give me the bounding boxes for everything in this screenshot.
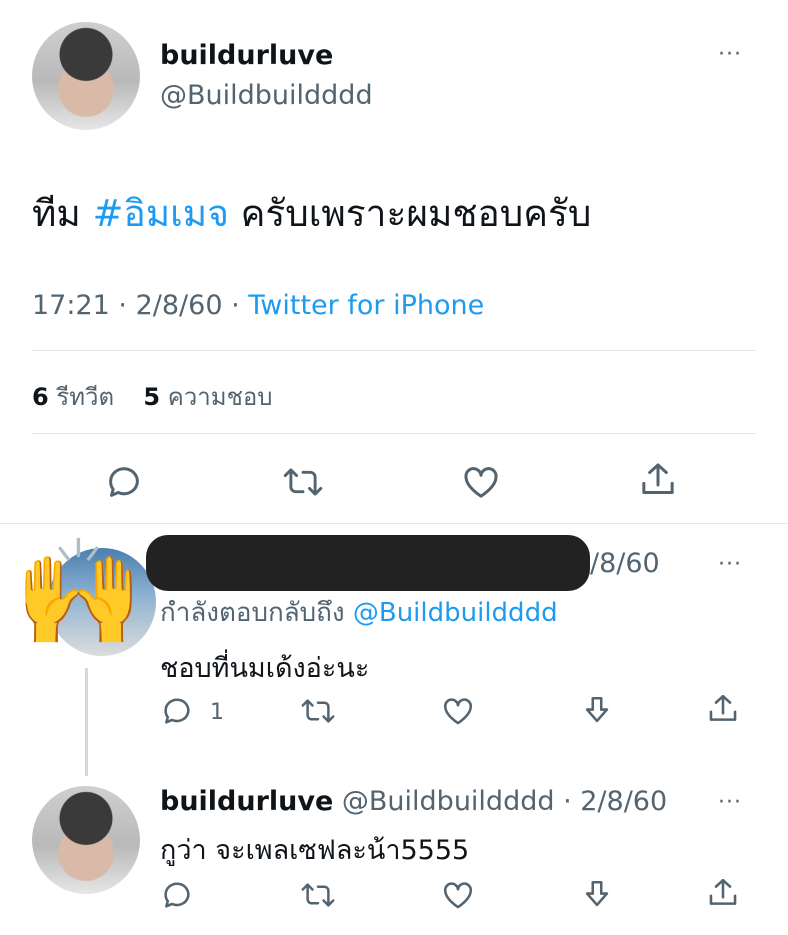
like-icon[interactable] [440, 878, 476, 912]
divider [32, 433, 756, 434]
replying-to-line: กำลังตอบกลับถึง @Buildbuildddd [160, 592, 558, 633]
like-icon[interactable] [440, 694, 476, 728]
share-icon[interactable] [706, 876, 740, 910]
tweet-stats: 6 รีทวีต 5 ความชอบ [32, 377, 273, 416]
author-handle[interactable]: @Buildbuildddd [160, 80, 373, 111]
reply-icon[interactable] [104, 462, 144, 502]
more-options-icon[interactable]: ··· [718, 790, 742, 815]
avatar-photo [32, 22, 140, 130]
raised-hands-emoji: 🙌 [14, 531, 144, 653]
retweet-icon[interactable] [300, 878, 336, 912]
divider [0, 523, 788, 524]
replying-to-label: กำลังตอบกลับถึง [160, 598, 353, 628]
thread-line [85, 668, 88, 776]
retweet-icon[interactable] [282, 462, 324, 502]
share-icon[interactable] [638, 460, 678, 500]
retweets-label: รีทวีต [56, 383, 115, 411]
reply-text: กูว่า จะเพลเซฟละน้า5555 [160, 835, 470, 866]
download-icon[interactable] [580, 694, 614, 728]
author-handle-date[interactable]: @Buildbuildddd · 2/8/60 [342, 786, 667, 817]
retweet-icon[interactable] [300, 694, 336, 728]
more-options-icon[interactable]: ··· [718, 552, 742, 577]
tweet-time[interactable]: 17:21 [32, 290, 110, 321]
avatar-photo [32, 786, 140, 894]
divider [32, 350, 756, 351]
meta-separator: · [231, 290, 240, 321]
tweet-text-part: ครับเพราะผมชอบครับ [228, 192, 592, 235]
tweet-source-link[interactable]: Twitter for iPhone [248, 290, 484, 321]
share-icon[interactable] [706, 692, 740, 726]
retweets-stat[interactable]: 6 รีทวีต [32, 383, 114, 411]
like-icon[interactable] [460, 462, 502, 502]
hashtag-link[interactable]: #อิมเมจ [93, 192, 229, 235]
likes-stat[interactable]: 5 ความชอบ [143, 383, 272, 411]
likes-count: 5 [143, 383, 161, 411]
tweet-meta: 17:21 · 2/8/60 · Twitter for iPhone [32, 290, 484, 321]
redaction-bar [146, 535, 590, 591]
download-icon[interactable] [580, 878, 614, 912]
likes-label: ความชอบ [167, 383, 273, 411]
tweet-text-part: ทีม [32, 192, 93, 235]
reply-icon[interactable] [160, 878, 194, 912]
reply-text: ชอบที่นมเด้งอ่ะนะ [160, 653, 370, 684]
retweets-count: 6 [32, 383, 49, 411]
author-avatar[interactable] [32, 22, 140, 130]
reply-icon[interactable] [160, 694, 194, 728]
author-display-name[interactable]: buildurluve [160, 786, 333, 817]
reply-count: 1 [210, 700, 224, 725]
author-avatar[interactable] [32, 786, 140, 894]
reply2-header: buildurluve @Buildbuildddd · 2/8/60 [160, 786, 667, 817]
tweet-text: ทีม #อิมเมจ ครับเพราะผมชอบครับ [32, 184, 591, 243]
replying-to-handle[interactable]: @Buildbuildddd [353, 598, 558, 628]
meta-separator: · [118, 290, 127, 321]
more-options-icon[interactable]: ··· [718, 42, 742, 67]
author-display-name[interactable]: buildurluve [160, 40, 333, 71]
tweet-date[interactable]: 2/8/60 [136, 290, 223, 321]
reply-date[interactable]: /8/60 [590, 548, 660, 579]
